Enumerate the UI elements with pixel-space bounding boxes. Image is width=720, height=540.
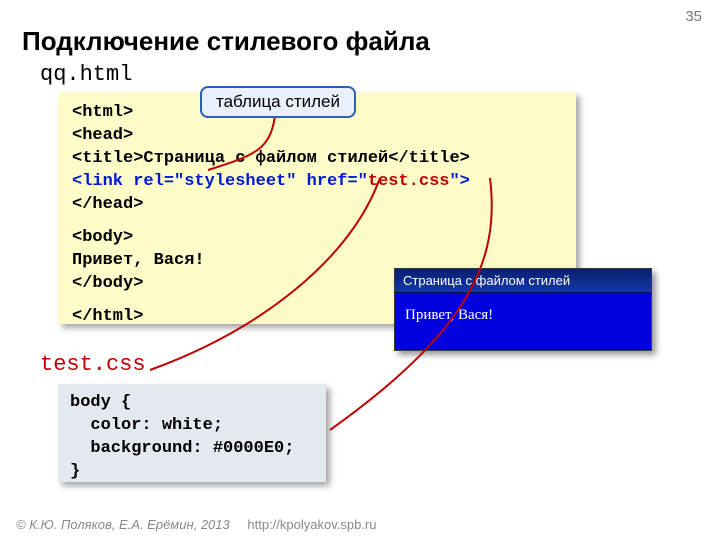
footer: © К.Ю. Поляков, Е.А. Ерёмин, 2013 http:/… (16, 517, 376, 532)
code-link-tag: <link rel="stylesheet" href=" (72, 172, 368, 191)
callout-label: таблица стилей (200, 86, 356, 118)
code-line: </html> (72, 307, 143, 326)
code-href-value: test.css (368, 172, 450, 191)
code-line: <body> (72, 228, 133, 247)
code-tag: <title> (72, 149, 143, 168)
code-line: <html> (72, 103, 133, 122)
preview-titlebar: Страница с файлом стилей (395, 269, 651, 293)
code-line: color: white; (70, 415, 314, 438)
filename-html: qq.html (40, 62, 132, 87)
code-line: Привет, Вася! (72, 251, 205, 270)
preview-body: Привет, Вася! (395, 293, 651, 350)
page-number: 35 (685, 8, 702, 25)
code-block-css: body { color: white; background: #0000E0… (58, 384, 326, 482)
code-line: </body> (72, 274, 143, 293)
code-tag: </title> (388, 149, 470, 168)
browser-preview: Страница с файлом стилей Привет, Вася! (394, 268, 652, 351)
code-line: } (70, 461, 314, 484)
footer-copyright: © К.Ю. Поляков, Е.А. Ерёмин, 2013 (16, 517, 230, 532)
filename-css: test.css (40, 352, 146, 377)
code-line: <head> (72, 126, 133, 145)
page-title: Подключение стилевого файла (22, 26, 430, 57)
code-line: </head> (72, 195, 143, 214)
code-line: body { (70, 392, 314, 415)
code-text: Страница с файлом стилей (143, 149, 388, 168)
code-line: background: #0000E0; (70, 438, 314, 461)
code-link-tag-end: "> (449, 172, 469, 191)
footer-url: http://kpolyakov.spb.ru (247, 517, 376, 532)
